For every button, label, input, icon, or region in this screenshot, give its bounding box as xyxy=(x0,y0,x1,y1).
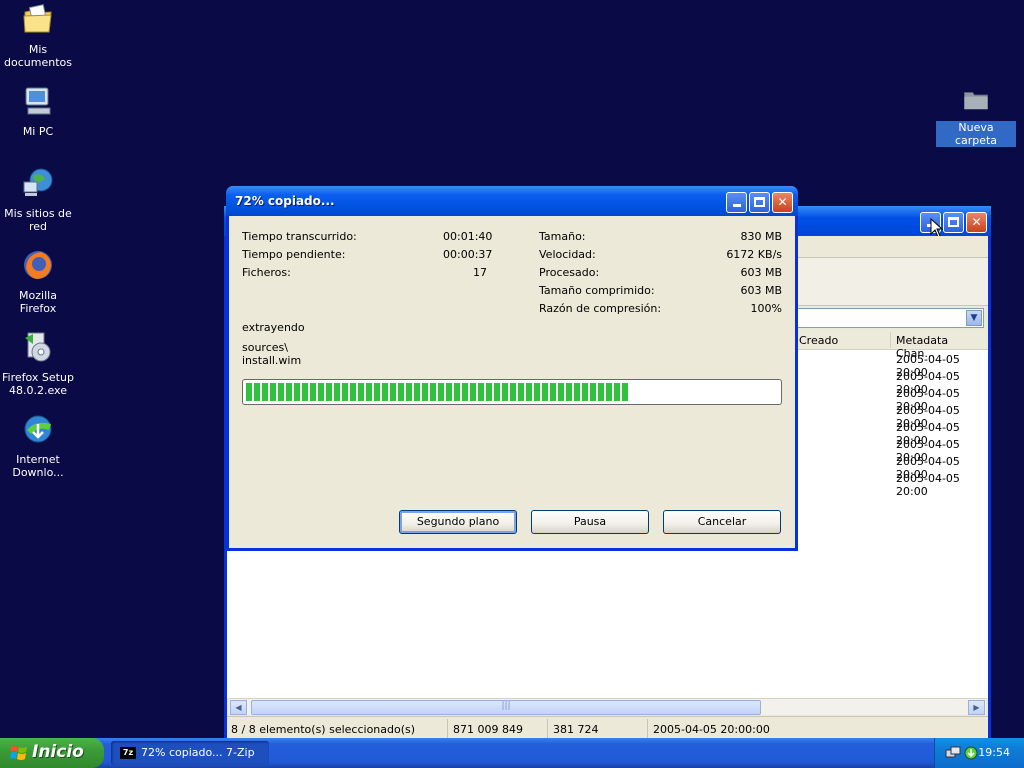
maximize-button[interactable] xyxy=(943,212,964,233)
status-packed: 381 724 xyxy=(553,723,599,736)
taskbar: Inicio 7z 72% copiado... 7-Zip 19:54 xyxy=(0,738,1024,768)
desktop-icon-label: Internet Downlo... xyxy=(12,453,64,479)
chevron-left-icon: ◀ xyxy=(235,703,242,712)
desktop-icon-label: Mis sitios de red xyxy=(4,207,72,233)
compressed-label: Tamaño comprimido: xyxy=(539,284,655,297)
background-button[interactable]: Segundo plano xyxy=(399,510,517,534)
desktop-icon-label: Nueva carpeta xyxy=(936,121,1016,147)
remaining-value: 00:00:37 xyxy=(443,248,493,261)
status-divider xyxy=(547,719,548,739)
start-label: Inicio xyxy=(32,742,84,762)
desktop-icon-my-computer[interactable]: Mi PC xyxy=(0,84,76,138)
files-value: 17 xyxy=(473,266,487,279)
progress-bar xyxy=(242,379,782,405)
compressed-value: 603 MB xyxy=(740,284,782,297)
ratio-label: Razón de compresión: xyxy=(539,302,662,315)
address-dropdown-button[interactable]: ▼ xyxy=(966,310,982,326)
desktop-icon-firefox[interactable]: Mozilla Firefox xyxy=(0,248,76,315)
dialog-title: 72% copiado... xyxy=(235,194,335,208)
elapsed-label: Tiempo transcurrido: xyxy=(242,230,357,243)
internet-download-manager-icon xyxy=(24,415,52,443)
column-divider xyxy=(890,332,891,348)
taskbar-item-label: 72% copiado... 7-Zip xyxy=(141,746,255,759)
cancel-button[interactable]: Cancelar xyxy=(663,510,781,534)
taskbar-item-7zip[interactable]: 7z 72% copiado... 7-Zip xyxy=(111,741,269,765)
desktop-icon-label: Mi PC xyxy=(22,125,54,138)
progress-fill xyxy=(246,383,630,401)
installer-icon xyxy=(25,332,51,362)
desktop-icon-my-documents[interactable]: Mis documentos xyxy=(0,2,76,69)
maximize-icon xyxy=(754,197,765,207)
folder-icon xyxy=(964,92,988,110)
status-size: 871 009 849 xyxy=(453,723,523,736)
table-row[interactable]: 2005-04-05 20:00 xyxy=(896,472,988,498)
status-divider xyxy=(447,719,448,739)
desktop-icon-label: Mozilla Firefox xyxy=(19,289,57,315)
close-button[interactable]: ✕ xyxy=(966,212,987,233)
download-tray-icon[interactable] xyxy=(963,745,979,761)
chevron-right-icon: ▶ xyxy=(973,703,980,712)
status-selection: 8 / 8 elemento(s) seleccionado(s) xyxy=(231,723,416,736)
firefox-icon xyxy=(24,251,52,279)
7zip-icon: 7z xyxy=(120,747,136,759)
progress-dialog: 72% copiado... ✕ Tiempo transcurrido: 00… xyxy=(226,186,798,551)
scroll-thumb[interactable]: ||| xyxy=(251,700,761,715)
column-header-created[interactable]: Creado xyxy=(799,334,838,347)
my-documents-icon xyxy=(23,4,52,33)
processed-value: 603 MB xyxy=(740,266,782,279)
status-divider xyxy=(647,719,648,739)
start-button[interactable]: Inicio xyxy=(0,738,104,768)
desktop-icon-new-folder[interactable]: Nueva carpeta xyxy=(936,86,1016,147)
close-icon: ✕ xyxy=(971,215,982,229)
ratio-value: 100% xyxy=(750,302,782,315)
desktop-icon-network-places[interactable]: Mis sitios de red xyxy=(0,166,76,233)
desktop-icon-internet-download-manager[interactable]: Internet Downlo... xyxy=(0,412,76,479)
desktop-icon-firefox-setup[interactable]: Firefox Setup 48.0.2.exe xyxy=(0,330,76,397)
speed-value: 6172 KB/s xyxy=(726,248,782,261)
maximize-button[interactable] xyxy=(749,192,770,213)
minimize-icon xyxy=(733,204,741,207)
status-bar: 8 / 8 elemento(s) seleccionado(s) 871 00… xyxy=(227,716,988,740)
desktop-icon-label: Mis documentos xyxy=(4,43,72,69)
grip-icon: ||| xyxy=(501,701,511,711)
remaining-label: Tiempo pendiente: xyxy=(242,248,346,261)
dialog-body: Tiempo transcurrido: 00:01:40 Tiempo pen… xyxy=(229,216,795,548)
horizontal-scrollbar[interactable]: ◀ ||| ▶ xyxy=(229,698,986,715)
elapsed-value: 00:01:40 xyxy=(443,230,493,243)
current-path: sources\ xyxy=(242,341,288,354)
size-value: 830 MB xyxy=(740,230,782,243)
files-label: Ficheros: xyxy=(242,266,291,279)
minimize-button[interactable] xyxy=(726,192,747,213)
mouse-cursor-icon xyxy=(930,218,944,238)
size-label: Tamaño: xyxy=(539,230,586,243)
my-computer-icon xyxy=(25,87,51,115)
status-date: 2005-04-05 20:00:00 xyxy=(653,723,770,736)
pause-button[interactable]: Pausa xyxy=(531,510,649,534)
processed-label: Procesado: xyxy=(539,266,600,279)
windows-logo-icon xyxy=(10,746,27,760)
maximize-icon xyxy=(948,217,959,227)
operation-text: extrayendo xyxy=(242,321,305,334)
clock: 19:54 xyxy=(978,746,1010,759)
current-file: install.wim xyxy=(242,354,302,367)
scroll-right-button[interactable]: ▶ xyxy=(968,700,985,715)
network-places-icon xyxy=(23,168,53,196)
close-button[interactable]: ✕ xyxy=(772,192,793,213)
desktop-icon-label: Firefox Setup 48.0.2.exe xyxy=(2,371,74,397)
network-tray-icon[interactable] xyxy=(945,745,961,761)
dialog-titlebar[interactable]: 72% copiado... ✕ xyxy=(226,186,798,216)
chevron-down-icon: ▼ xyxy=(970,313,978,323)
speed-label: Velocidad: xyxy=(539,248,596,261)
system-tray: 19:54 xyxy=(934,738,1024,768)
close-icon: ✕ xyxy=(777,195,788,209)
scroll-left-button[interactable]: ◀ xyxy=(230,700,247,715)
